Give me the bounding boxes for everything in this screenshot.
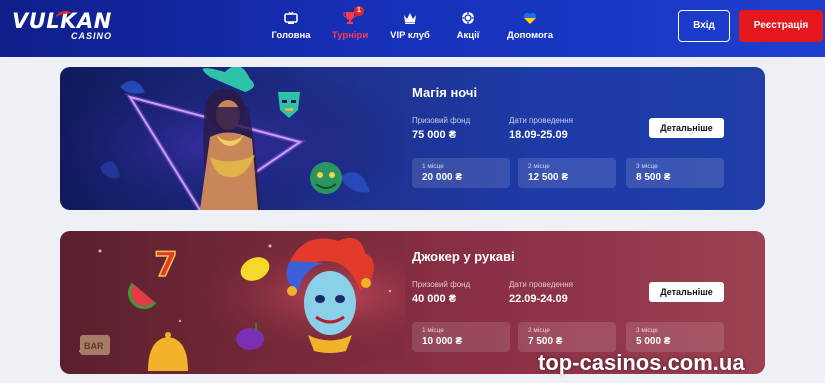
tournament-title: Магія ночі [412,85,478,100]
place-value: 10 000 ₴ [422,336,463,347]
tournament-card: Магія ночі Призовий фонд 75 000 ₴ Дати п… [60,67,765,210]
place-value: 5 000 ₴ [636,336,671,347]
nav-label: Головна [271,30,311,41]
place-2-box: 2 місце 12 500 ₴ [518,158,616,188]
details-button[interactable]: Детальніше [649,282,724,302]
nav-item-home[interactable]: Головна [271,11,311,51]
nav-item-help[interactable]: Допомога [506,11,554,51]
place-value: 8 500 ₴ [636,172,671,183]
place-3-box: 3 місце 5 000 ₴ [626,322,724,352]
register-button[interactable]: Реєстрація [739,10,823,42]
place-1-box: 1 місце 20 000 ₴ [412,158,510,188]
dates-label: Дати проведення [509,280,573,289]
crown-icon [404,13,416,24]
place-value: 7 500 ₴ [528,336,563,347]
place-2-box: 2 місце 7 500 ₴ [518,322,616,352]
tournament-art-image: 7 BAR [60,231,405,374]
notification-badge: 1 [354,6,364,16]
place-label: 3 місце [636,163,658,170]
ukraine-heart-icon [523,12,537,25]
place-label: 1 місце [422,327,444,334]
nav-label: Турніри [331,30,369,41]
place-3-box: 3 місце 8 500 ₴ [626,158,724,188]
details-button[interactable]: Детальніше [649,118,724,138]
site-watermark: top-casinos.com.ua [538,350,745,375]
nav-item-promos[interactable]: Акції [454,11,482,51]
place-value: 20 000 ₴ [422,172,463,183]
svg-text:7: 7 [154,245,178,285]
tournament-art-image [60,67,405,210]
svg-text:BAR: BAR [84,341,104,351]
prize-pool-label: Призовий фонд [412,116,471,125]
nav-item-tournaments[interactable]: 1 Турніри [330,6,370,51]
prize-pool-value: 75 000 ₴ [412,129,457,141]
dates-label: Дати проведення [509,116,573,125]
login-button[interactable]: Вхід [678,10,730,42]
site-header: VULKAN CASINO Головна 1 Турніри VIP клуб… [0,0,825,57]
dates-value: 22.09-24.09 [509,293,568,305]
place-label: 2 місце [528,163,550,170]
nav-label: Допомога [506,30,554,41]
tv-icon [284,11,298,24]
place-value: 12 500 ₴ [528,172,569,183]
chip-icon [462,12,474,24]
prize-pool-label: Призовий фонд [412,280,471,289]
nav-label: Акції [456,30,480,41]
place-label: 1 місце [422,163,444,170]
dates-value: 18.09-25.09 [509,129,568,141]
nav-label: VIP клуб [390,30,430,41]
place-label: 3 місце [636,327,658,334]
place-label: 2 місце [528,327,550,334]
nav-item-vip[interactable]: VIP клуб [389,11,431,51]
tournament-title: Джокер у рукаві [412,249,515,264]
place-1-box: 1 місце 10 000 ₴ [412,322,510,352]
prize-pool-value: 40 000 ₴ [412,293,457,305]
